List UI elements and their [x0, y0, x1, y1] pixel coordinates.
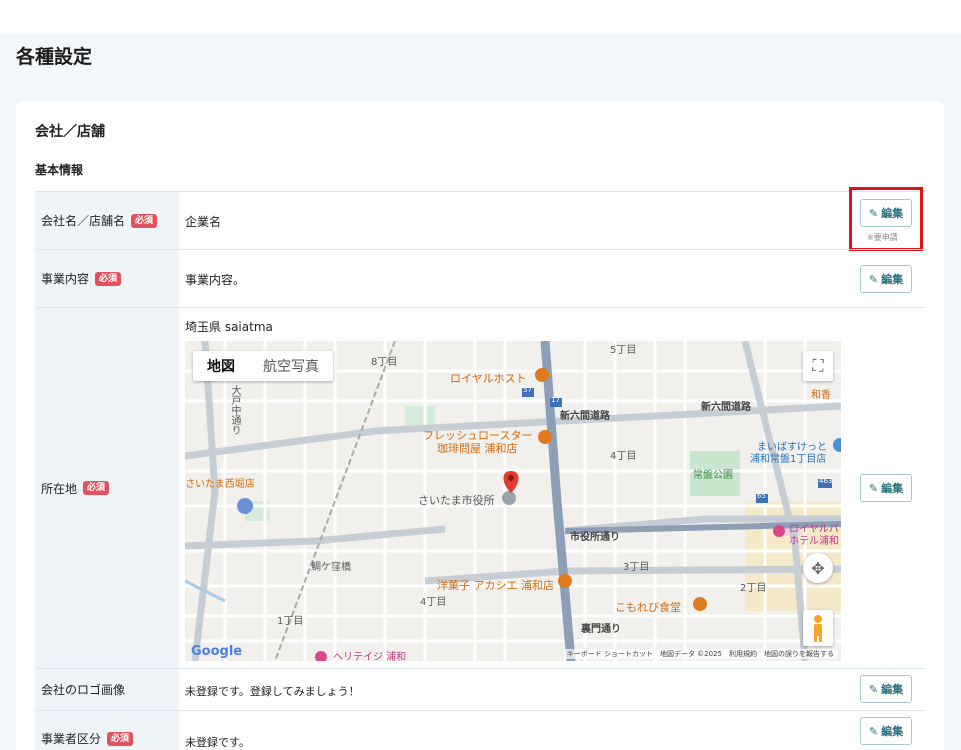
- row-business: 事業内容 必須 事業内容。: [35, 249, 925, 307]
- map-label: 4丁目: [610, 451, 637, 462]
- edit-label: 編集: [881, 683, 904, 696]
- map-label: ロイヤルホスト: [450, 372, 527, 385]
- row-label-text: 所在地: [41, 481, 78, 496]
- row-label-text: 会社名／店舗名: [41, 214, 126, 228]
- row-label-text: 事業者区分: [41, 732, 102, 746]
- map-label: 1丁目: [277, 616, 304, 627]
- map-label: 新六間道路: [560, 411, 610, 422]
- edit-label: 編集: [881, 273, 904, 286]
- map-label: 市役所通り: [570, 532, 620, 543]
- pencil-icon: ✎: [868, 272, 879, 286]
- map-tab-satellite[interactable]: 航空写真: [249, 351, 333, 381]
- pencil-icon: ✎: [868, 724, 879, 738]
- top-bar: [0, 0, 961, 34]
- edit-label: 編集: [881, 482, 904, 495]
- map-label: 珈琲問屋 浦和店: [437, 442, 518, 455]
- row-label-text: 会社のロゴ画像: [41, 683, 126, 697]
- subsection-title: 基本情報: [35, 163, 84, 177]
- row-label: 所在地 必須: [35, 308, 179, 668]
- edit-address-button[interactable]: ✎ 編集: [860, 474, 912, 502]
- map-label: 浦和常盤1丁目店: [750, 454, 827, 465]
- edit-business-button[interactable]: ✎ 編集: [860, 265, 912, 293]
- map-label: ホテル浦和: [789, 536, 839, 547]
- map[interactable]: 地図 航空写真 ⛶ ✥ 8丁目 5丁目 ロイヤルホスト 和香 新六間道路 新六間…: [185, 341, 841, 661]
- route-number: 65: [757, 492, 766, 500]
- map-label: 3丁目: [623, 562, 650, 573]
- map-label: 裏門通り: [581, 624, 621, 635]
- row-label: 事業者区分 必須: [35, 711, 179, 750]
- map-label: ヘリテイジ 浦和: [333, 652, 407, 661]
- highlight-box: [849, 187, 923, 251]
- map-tab-map[interactable]: 地図: [193, 351, 249, 381]
- google-logo: Google: [191, 644, 243, 659]
- section-title: 会社／店舗: [35, 124, 105, 140]
- map-label: 8丁目: [371, 357, 398, 368]
- pan-control-icon[interactable]: ✥: [803, 553, 833, 583]
- route-number: 17: [551, 396, 560, 404]
- row-label: 会社名／店舗名 必須: [35, 192, 179, 249]
- map-footer[interactable]: キーボード ショートカット 地図データ ©2025 利用規約 地図の誤りを報告す…: [563, 649, 837, 659]
- row-logo: 会社のロゴ画像 未登録です。登録してみましょう！: [35, 668, 925, 710]
- map-type-tabs: 地図 航空写真: [193, 351, 333, 381]
- fullscreen-icon[interactable]: ⛶: [803, 351, 833, 381]
- map-label: 常盤公園: [693, 470, 733, 481]
- row-value: 事業内容。: [185, 273, 246, 287]
- row-label: 会社のロゴ画像: [35, 669, 179, 710]
- map-label: 新六間道路: [701, 402, 751, 413]
- map-label: 和香: [811, 390, 831, 401]
- row-company-name: 会社名／店舗名 必須 企業名: [35, 191, 925, 249]
- map-label: さいたま西堀店: [185, 479, 255, 490]
- row-value: 未登録です。登録してみましょう！: [185, 685, 360, 698]
- row-label: 事業内容 必須: [35, 250, 179, 307]
- required-badge: 必須: [107, 731, 134, 746]
- row-value: 埼玉県 saiatma: [185, 320, 273, 334]
- edit-label: 編集: [881, 725, 904, 738]
- map-label: 4丁目: [420, 597, 447, 608]
- row-value: 未登録です。: [185, 736, 250, 749]
- page-title: 各種設定: [16, 46, 93, 68]
- row-value: 企業名: [185, 215, 222, 229]
- row-label-text: 事業内容: [41, 272, 90, 286]
- map-label: さいたま市役所: [418, 494, 495, 507]
- map-label: 鯛ケ窪橋: [311, 562, 351, 573]
- route-number: 463: [819, 477, 833, 485]
- pencil-icon: ✎: [868, 481, 879, 495]
- pencil-icon: ✎: [868, 682, 879, 696]
- map-label: 洋菓子 アカシエ 浦和店: [437, 579, 554, 592]
- edit-business-category-button[interactable]: ✎ 編集: [860, 717, 912, 745]
- map-label: 大戸中通り: [229, 385, 240, 435]
- map-label: こもれび食堂: [615, 601, 681, 614]
- required-badge: 必須: [95, 271, 122, 286]
- map-label: 2丁目: [740, 583, 767, 594]
- map-label: 5丁目: [610, 345, 637, 356]
- pegman-icon[interactable]: [803, 610, 833, 646]
- edit-logo-button[interactable]: ✎ 編集: [860, 675, 912, 703]
- required-badge: 必須: [83, 481, 110, 495]
- route-number: 57: [523, 386, 532, 394]
- row-business-category: 事業者区分 必須 未登録です。: [35, 710, 925, 750]
- required-badge: 必須: [131, 213, 158, 228]
